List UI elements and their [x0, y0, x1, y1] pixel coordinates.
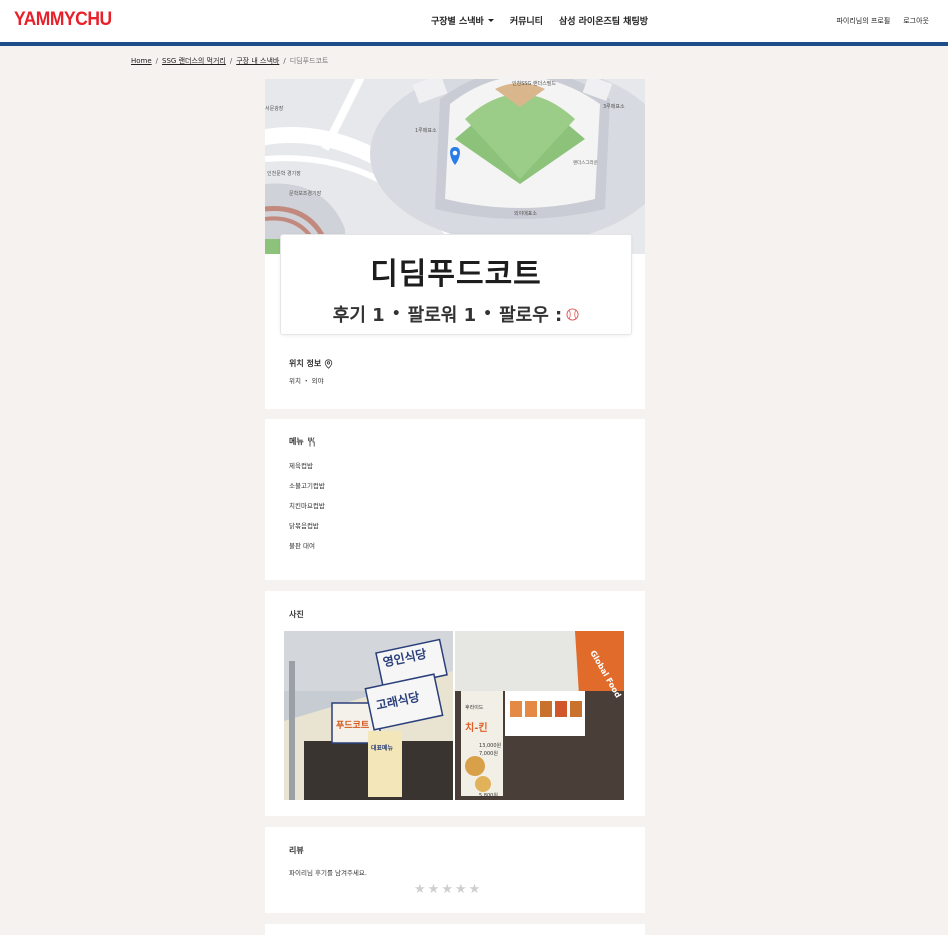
location-title: 위치 정보 — [289, 358, 333, 369]
star-icon[interactable]: ★ — [455, 882, 467, 897]
menu-item: 제육컵밥 — [289, 462, 313, 470]
star-icon[interactable]: ★ — [441, 882, 453, 897]
brand-logo[interactable]: YAMMYCHU — [14, 9, 112, 31]
review-section: 리뷰 파이리님 후기를 남겨주세요. ★ ★ ★ ★ ★ — [265, 827, 645, 913]
photo-2-sign-2: 치-킨 — [465, 721, 488, 734]
star-rating: ★ ★ ★ ★ ★ — [414, 882, 480, 897]
star-icon[interactable]: ★ — [428, 882, 440, 897]
menu-item: 닭볶음컵밥 — [289, 522, 319, 530]
photo-1[interactable]: 영인식당 고래식당 푸드코트 대표메뉴 — [284, 631, 453, 800]
review-title: 리뷰 — [289, 846, 304, 855]
map-label-park: 인천SSG 랜더스필드 — [512, 80, 556, 87]
user-nav: 파이리님의 프로필 로그아웃 — [836, 16, 929, 26]
nav-team-chat[interactable]: 삼성 라이온즈팀 채팅방 — [559, 14, 648, 27]
place-stats: 후기 1 • 팔로워 1 • 팔로우 : — [281, 301, 631, 327]
breadcrumb-separator: / — [155, 57, 159, 65]
breadcrumb-stadium[interactable]: SSG 랜더스의 먹거리 — [162, 57, 226, 65]
map-label-hub: 랜더스그라운 — [573, 159, 598, 166]
photo-1-sign-4: 대표메뉴 — [371, 744, 394, 752]
menu-section: 메뉴 제육컵밥 소불고기컵밥 치킨마요컵밥 닭볶음컵밥 불판 대여 — [265, 419, 645, 580]
map-canvas: 인천SSG 랜더스필드 3루매표소 1루매표소 외야매표소 서문광장 인천문학 … — [265, 79, 645, 254]
menu-title: 메뉴 — [289, 436, 316, 447]
menu-item: 소불고기컵밥 — [289, 482, 325, 490]
nav-community[interactable]: 커뮤니티 — [510, 14, 543, 27]
next-section — [265, 924, 645, 935]
map-label-gate-3: 3루매표소 — [603, 103, 625, 110]
main-nav: 구장별 스낵바 커뮤니티 삼성 라이온즈팀 채팅방 — [431, 14, 648, 27]
photo-1-sign-3: 푸드코트 — [336, 720, 370, 731]
review-prompt: 파이리님 후기를 남겨주세요. — [289, 869, 367, 877]
follow-label: 팔로우 : — [499, 305, 563, 326]
profile-link[interactable]: 파이리님의 프로필 — [836, 16, 890, 26]
chevron-down-icon — [487, 19, 494, 22]
place-info-card: 디딤푸드코트 후기 1 • 팔로워 1 • 팔로우 : — [280, 234, 632, 335]
photo-2-sign-3: 후라이드 — [465, 704, 484, 711]
baseball-follow-icon[interactable] — [566, 307, 579, 321]
location-pin-icon — [325, 358, 333, 369]
breadcrumb-separator: / — [229, 57, 233, 65]
photo-2[interactable]: 치-킨 후라이드 13,000원 7,000원 5,800원 Global Fo… — [455, 631, 624, 800]
review-count[interactable]: 후기 1 — [333, 301, 385, 327]
star-icon[interactable]: ★ — [414, 882, 426, 897]
photos-section: 사진 영인식당 고래식당 푸드코트 대표메뉴 치-킨 후라이드 13,000원 … — [265, 591, 645, 816]
place-title: 디딤푸드코트 — [370, 257, 542, 292]
photo-1-image: 영인식당 고래식당 푸드코트 대표메뉴 — [284, 631, 453, 800]
map-label-munhak-stadium: 인천문학 경기장 — [267, 170, 301, 177]
menu-item: 치킨마요컵밥 — [289, 502, 325, 510]
fork-knife-icon — [307, 436, 315, 446]
top-navbar: YAMMYCHU 구장별 스낵바 커뮤니티 삼성 라이온즈팀 채팅방 파이리님의… — [0, 0, 948, 46]
breadcrumb-snackbar[interactable]: 구장 내 스낵바 — [236, 57, 279, 65]
follower-count[interactable]: 팔로워 1 — [408, 301, 476, 327]
photo-gallery: 영인식당 고래식당 푸드코트 대표메뉴 치-킨 후라이드 13,000원 7,0… — [284, 631, 624, 800]
location-text: 위치 ・ 외야 — [289, 377, 324, 385]
separator-dot: • — [391, 306, 401, 322]
breadcrumb: Home / SSG 랜더스의 먹거리 / 구장 내 스낵바 / 디딤푸드코트 — [131, 56, 328, 66]
location-map[interactable]: 인천SSG 랜더스필드 3루매표소 1루매표소 외야매표소 서문광장 인천문학 … — [265, 79, 645, 254]
map-label-gate-1: 1루매표소 — [415, 127, 437, 134]
photos-title: 사진 — [289, 610, 304, 619]
location-title-label: 위치 정보 — [289, 359, 322, 368]
nav-stadium-snack-dropdown[interactable]: 구장별 스낵바 — [431, 14, 494, 27]
breadcrumb-separator: / — [283, 57, 286, 65]
photo-2-image: 치-킨 후라이드 13,000원 7,000원 5,800원 Global Fo… — [455, 631, 624, 800]
photo-2-sign-5: 7,000원 — [479, 750, 498, 757]
breadcrumb-current: 디딤푸드코트 — [289, 57, 329, 65]
separator-dot: • — [483, 306, 493, 322]
menu-list: 제육컵밥 소불고기컵밥 치킨마요컵밥 닭볶음컵밥 불판 대여 — [289, 462, 325, 562]
logout-link[interactable]: 로그아웃 — [903, 16, 929, 26]
map-label-outfield-gate: 외야매표소 — [514, 210, 537, 217]
menu-title-label: 메뉴 — [289, 437, 304, 446]
nav-stadium-snack-label: 구장별 스낵바 — [431, 17, 484, 27]
menu-item: 불판 대여 — [289, 542, 315, 550]
photo-2-sign-4: 13,000원 — [479, 742, 501, 749]
breadcrumb-home[interactable]: Home — [131, 57, 152, 65]
photo-2-sign-6: 5,800원 — [479, 792, 498, 799]
map-label-munhak-aux: 문학보조경기장 — [289, 190, 322, 197]
star-icon[interactable]: ★ — [469, 882, 481, 897]
map-label-west-plaza: 서문광장 — [265, 105, 284, 112]
